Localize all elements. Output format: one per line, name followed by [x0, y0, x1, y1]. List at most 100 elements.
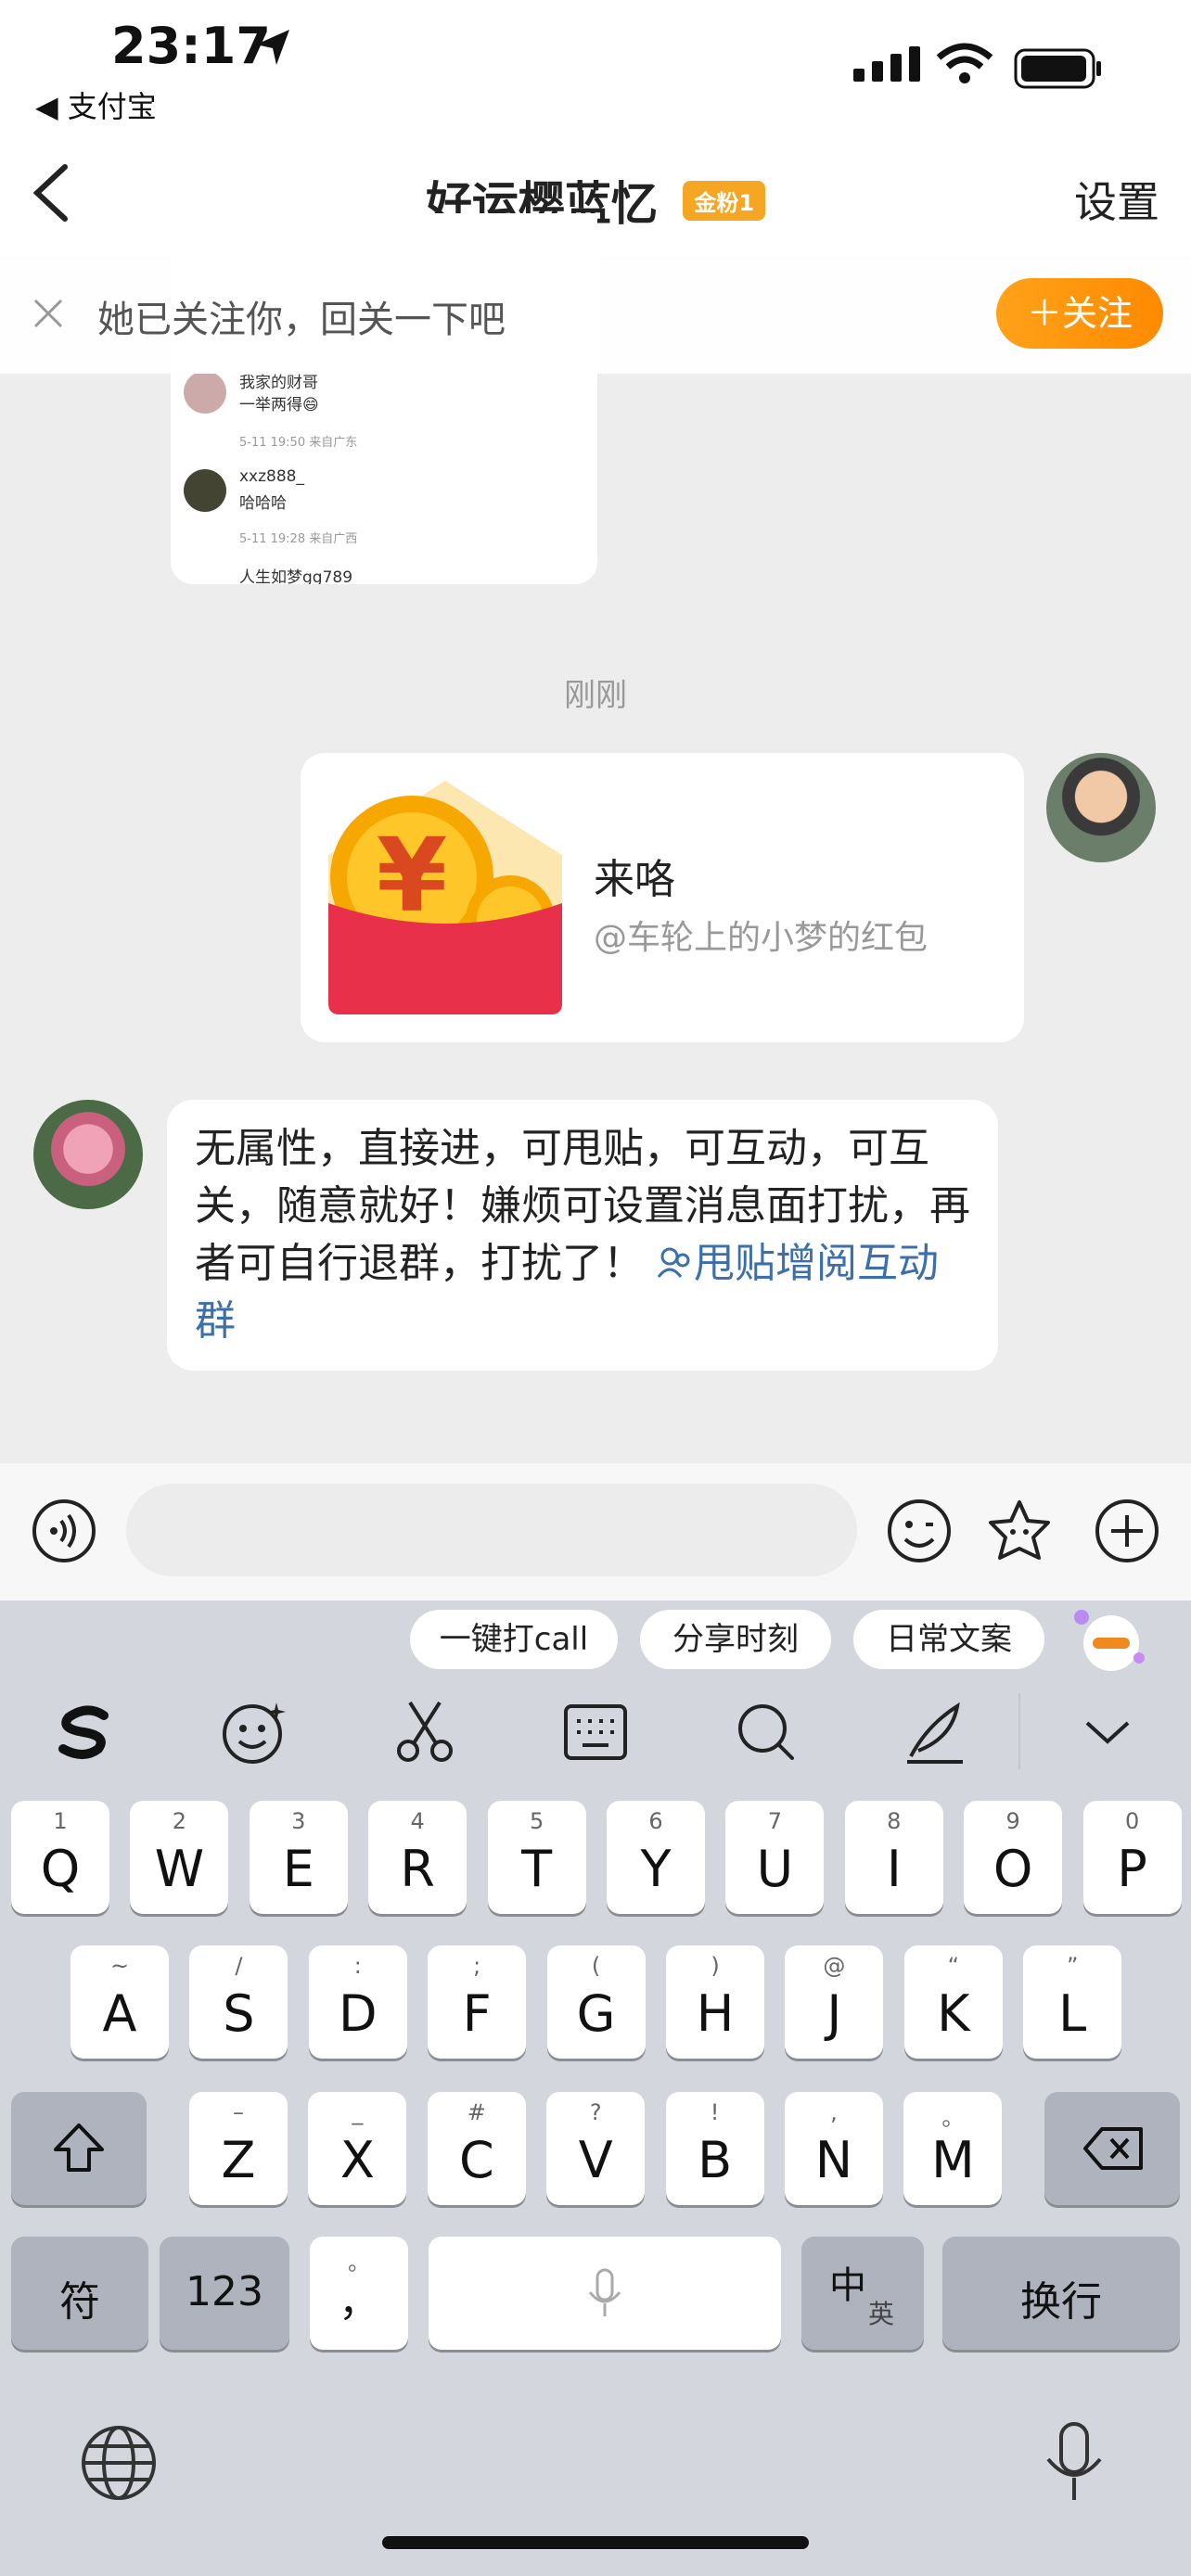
key-m[interactable]: 。 M — [903, 2092, 1003, 2205]
key-e[interactable]: 3E — [249, 1801, 348, 1914]
key-j[interactable]: @ J — [785, 1945, 884, 2059]
key-s[interactable]: / S — [189, 1945, 288, 2059]
key-t[interactable]: 5T — [487, 1801, 586, 1914]
number-key[interactable]: 123 — [160, 2237, 289, 2350]
key-secondary-label: – — [233, 2099, 244, 2125]
sogou-logo-icon[interactable] — [50, 1697, 121, 1767]
key-label: F — [462, 1984, 492, 2043]
key-label: R — [400, 1840, 435, 1898]
key-c[interactable]: # C — [427, 2092, 526, 2205]
language-switch-key[interactable]: 中 英 — [801, 2237, 924, 2350]
red-packet-icon: ¥ — [328, 781, 562, 1014]
suggestion-chip[interactable]: 一键打call — [410, 1610, 618, 1669]
key-o[interactable]: 9O — [964, 1801, 1063, 1914]
globe-icon[interactable] — [80, 2424, 158, 2502]
key-w[interactable]: 2W — [130, 1801, 229, 1914]
keyboard-icon[interactable] — [560, 1697, 631, 1767]
collapse-keyboard-icon[interactable] — [1072, 1697, 1143, 1767]
my-avatar[interactable] — [1046, 753, 1156, 862]
follow-back-text: 她已关注你，回关一下吧 — [97, 299, 506, 341]
key-label: S — [223, 1984, 255, 2043]
battery-icon — [1014, 48, 1101, 89]
key-secondary-label: , — [830, 2099, 838, 2125]
wifi-icon — [936, 43, 993, 83]
key-label: A — [102, 1984, 137, 2043]
space-key[interactable] — [429, 2237, 781, 2350]
key-f[interactable]: ; F — [428, 1945, 527, 2059]
search-icon[interactable] — [731, 1697, 801, 1767]
key-y[interactable]: 6Y — [607, 1801, 705, 1914]
suggestion-chip[interactable]: 分享时刻 — [640, 1610, 831, 1669]
comment-author: 人生如梦gg789 — [239, 568, 353, 584]
key-v[interactable]: ? V — [546, 2092, 646, 2205]
backspace-icon — [1083, 2127, 1143, 2170]
sticker-icon[interactable] — [987, 1498, 1052, 1563]
key-r[interactable]: 4R — [368, 1801, 467, 1914]
key-label: E — [282, 1840, 314, 1898]
key-secondary-label: 7 — [767, 1808, 783, 1834]
key-l[interactable]: ” L — [1023, 1945, 1122, 2059]
key-label: K — [937, 1984, 970, 2043]
return-key[interactable]: 换行 — [942, 2237, 1180, 2350]
symbol-key[interactable]: 符 — [11, 2237, 148, 2350]
key-label: X — [339, 2131, 375, 2189]
key-label: U — [756, 1840, 794, 1898]
key-i[interactable]: 8I — [844, 1801, 943, 1914]
key-secondary-label: ? — [589, 2099, 602, 2125]
close-icon[interactable] — [32, 297, 65, 330]
key-u[interactable]: 7U — [725, 1801, 825, 1914]
key-b[interactable]: ! B — [665, 2092, 764, 2205]
key-secondary-label: 2 — [172, 1808, 187, 1834]
settings-button[interactable]: 设置 — [1074, 169, 1159, 230]
voice-input-icon[interactable] — [32, 1498, 96, 1563]
shift-arrow-icon — [54, 2123, 104, 2172]
key-secondary-label: ! — [710, 2099, 720, 2125]
key-secondary-label: 9 — [1005, 1808, 1020, 1834]
scissors-icon[interactable] — [390, 1697, 460, 1767]
shift-key[interactable] — [11, 2092, 147, 2205]
key-secondary-label: ” — [1066, 1953, 1079, 1979]
language-key-secondary: 英 — [867, 2299, 894, 2329]
emoji-icon[interactable] — [887, 1498, 952, 1563]
dictation-microphone-icon[interactable] — [1039, 2420, 1109, 2504]
number-key-label: 123 — [186, 2268, 263, 2315]
key-secondary-label: 6 — [648, 1808, 663, 1834]
key-secondary-label: / — [235, 1953, 243, 1979]
key-p[interactable]: 0P — [1082, 1801, 1182, 1914]
key-q[interactable]: 1Q — [11, 1801, 109, 1914]
key-g[interactable]: (G — [546, 1945, 646, 2059]
backspace-key[interactable] — [1044, 2092, 1180, 2205]
comment-author: xxz888_ — [239, 467, 304, 486]
key-k[interactable]: “K — [903, 1945, 1003, 2059]
keyboard-mascot-icon[interactable] — [1072, 1604, 1146, 1673]
more-plus-icon[interactable] — [1095, 1498, 1159, 1563]
back-to-app-link[interactable]: ◀ 支付宝 — [35, 83, 157, 126]
message-input[interactable] — [126, 1484, 857, 1576]
key-label: L — [1058, 1984, 1087, 2043]
key-secondary-label: 1 — [53, 1808, 68, 1834]
key-label: I — [886, 1840, 902, 1898]
key-z[interactable]: – Z — [189, 2092, 288, 2205]
key-x[interactable]: _ X — [308, 2092, 407, 2205]
key-n[interactable]: ,N — [785, 2092, 883, 2205]
key-a[interactable]: ~ A — [70, 1945, 169, 2059]
key-secondary-label: ~ — [109, 1953, 130, 1979]
suggestion-chip[interactable]: 日常文案 — [853, 1610, 1044, 1669]
follow-button[interactable]: ＋关注 — [996, 278, 1163, 349]
key-secondary-label: 8 — [887, 1808, 902, 1834]
location-arrow-icon — [256, 30, 289, 65]
emoji-keyboard-icon[interactable] — [219, 1697, 289, 1767]
key-label: J — [826, 1984, 842, 2043]
key-label: C — [458, 2131, 494, 2189]
key-d[interactable]: :D — [308, 1945, 407, 2059]
avatar — [184, 371, 226, 414]
key-h[interactable]: ) H — [666, 1945, 764, 2059]
key-label: V — [578, 2131, 613, 2189]
key-secondary-label: 5 — [529, 1808, 544, 1834]
punctuation-key[interactable]: 。 ， — [310, 2237, 408, 2350]
comment-text: 一举两得😄 — [239, 396, 319, 414]
contact-avatar[interactable] — [33, 1100, 143, 1209]
key-label: H — [696, 1984, 735, 2043]
handwriting-pen-icon[interactable] — [900, 1697, 970, 1767]
key-label: D — [339, 1984, 378, 2043]
